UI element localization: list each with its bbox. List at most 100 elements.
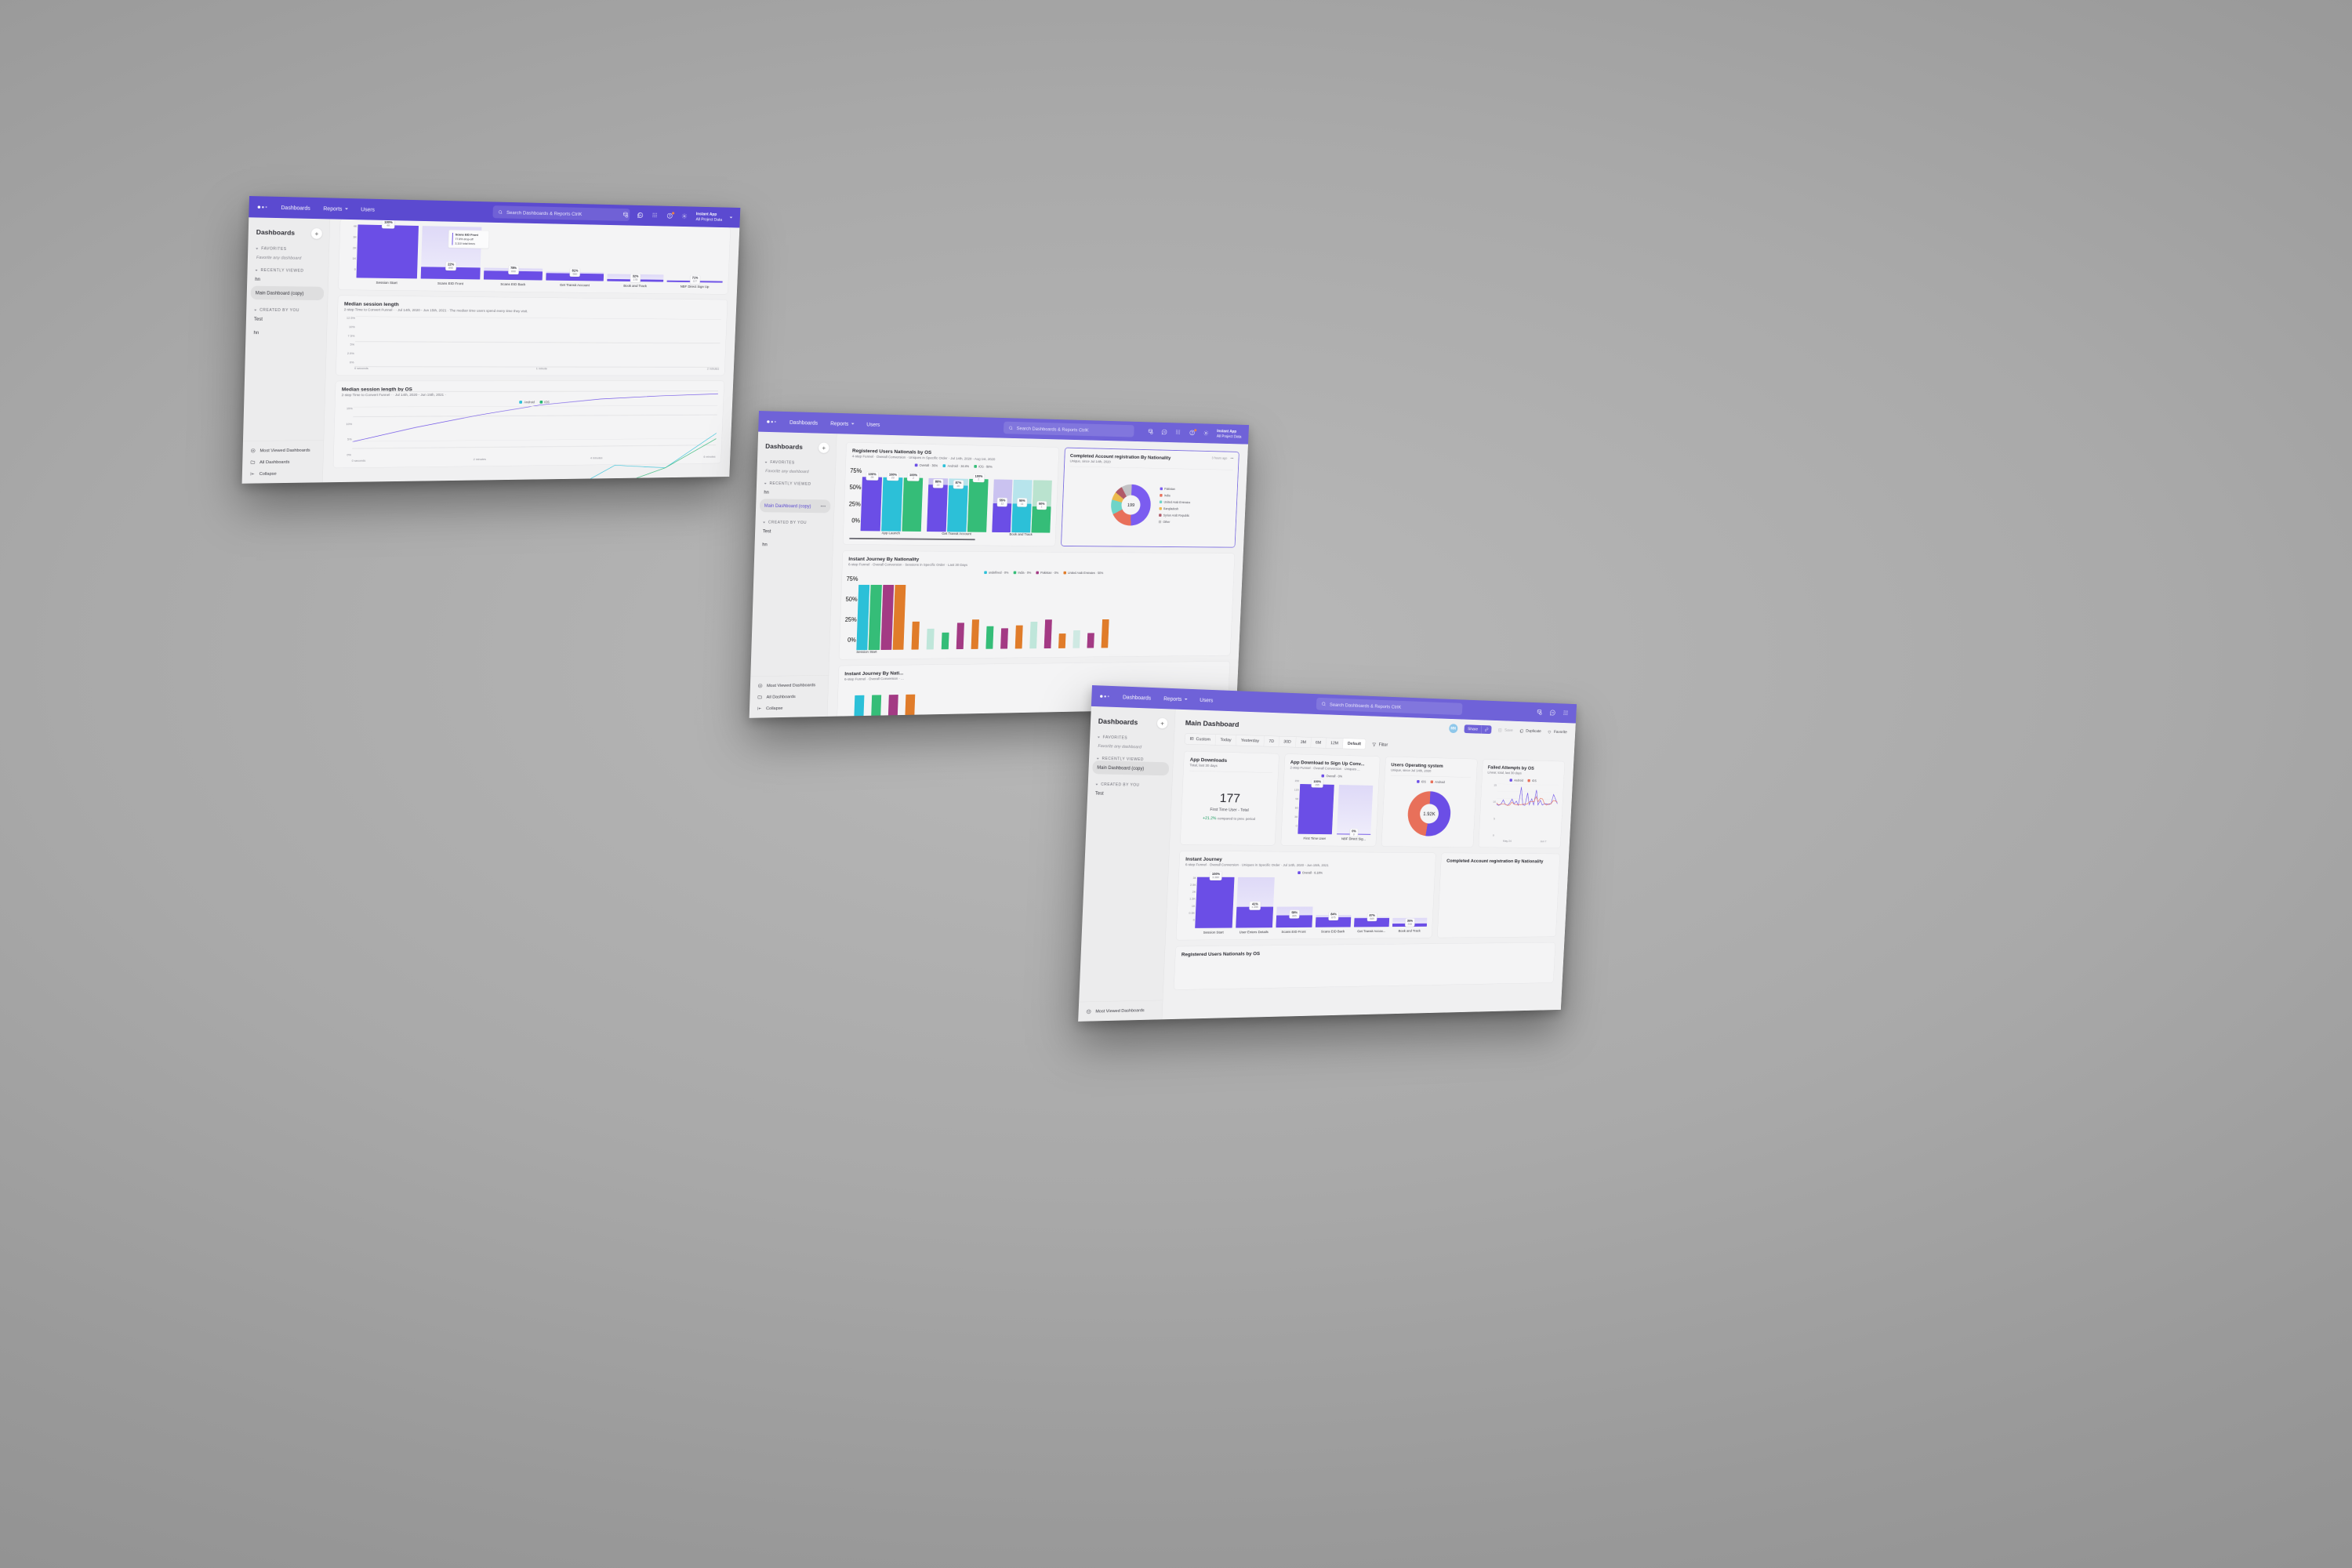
bar[interactable] [893,576,906,650]
bar[interactable] [1298,784,1334,834]
sidebar-item-hn-2[interactable]: hn [245,325,326,339]
date-tabs[interactable]: Custom Today Yesterday 7D 30D 3M 6M 12M Default [1185,733,1367,750]
date-tab-30d[interactable]: 30D [1279,736,1296,747]
nav-reports[interactable]: Reports [1163,695,1187,702]
add-dashboard-button[interactable]: + [818,442,829,453]
funnel-column[interactable]: 58% 805 [1276,877,1314,927]
sidebar-item-hn[interactable]: hn [247,272,328,287]
bar[interactable] [942,576,951,649]
bar[interactable] [1073,577,1082,648]
chart-failed-attempts[interactable]: 15 10 5 0 May 24 Jun 7 [1484,783,1559,843]
date-tab-7d[interactable]: 7D [1264,736,1279,747]
date-tab-default[interactable]: Default [1343,739,1366,750]
funnel-column[interactable]: 100% 155 [1298,779,1334,834]
chart-median-session-os[interactable]: 15% 10% 5% 0% 0 seconds 2 minutes 4 minutes 6 … [339,405,717,463]
bar[interactable] [1058,577,1068,648]
add-dashboard-button[interactable]: + [1156,717,1168,729]
funnel-column[interactable]: 87% 589 [1354,877,1392,927]
chart-completed-account[interactable]: 199 Pakistan India United Arab Emirates Ban… [1067,466,1233,543]
bar[interactable]: 100% 25 [861,468,883,531]
chat-bubble-icon[interactable] [1549,710,1556,717]
bar[interactable] [854,681,865,717]
search-input[interactable]: Search Dashboards & Reports CtrlK [1004,422,1134,437]
sidebar-item-hn[interactable]: hn [756,485,834,500]
chart-signup-funnel[interactable]: 150 120 90 60 30 0 100% 155 0% 0 [1287,779,1374,835]
card-menu-icon[interactable]: ••• [1230,456,1233,459]
date-tab-3m[interactable]: 3M [1296,737,1312,747]
search-input[interactable]: Search Dashboards & Reports CtrlK [492,205,630,221]
funnel-column[interactable]: 32% 178 [607,230,666,282]
database-icon[interactable] [1147,428,1154,435]
date-tab-6m[interactable]: 6M [1311,738,1327,748]
chart-instant-journey-nationality[interactable]: 75% 50% 25% 0% [845,576,1228,651]
bar[interactable] [927,576,936,649]
item-menu-icon[interactable]: ••• [821,504,826,509]
bar[interactable] [985,576,995,648]
apps-grid-icon[interactable] [1175,429,1182,436]
bar[interactable] [856,576,869,650]
funnel-column[interactable]: 81% 560 [546,228,605,281]
nav-users[interactable]: Users [361,206,375,212]
bar[interactable]: 100% 2 [967,470,989,532]
avatar[interactable]: MN [1449,724,1458,733]
sidebar-item-main-dashboard-copy[interactable]: Main Dashboard (copy) ••• [760,499,831,513]
bar[interactable] [1015,576,1025,648]
bar[interactable] [357,224,419,278]
bar[interactable] [905,681,916,717]
date-tab-yesterday[interactable]: Yesterday [1236,735,1265,746]
bar[interactable] [1029,576,1039,648]
sidebar-item-most-viewed[interactable]: Most Viewed Dashboards [1078,1004,1162,1018]
duplicate-button[interactable]: Duplicate [1519,728,1541,734]
search-input[interactable]: Search Dashboards & Reports CtrlK [1316,698,1463,715]
link-icon[interactable] [1481,725,1491,734]
nav-users[interactable]: Users [866,421,880,427]
funnel-column[interactable]: 100% 4K [357,224,419,278]
nav-users[interactable]: Users [1200,697,1213,703]
chevron-down-icon[interactable] [730,217,733,219]
bar[interactable] [1044,576,1054,648]
sidebar-item-all-dashboards[interactable]: All Dashboards [242,456,323,468]
sidebar-item-most-viewed[interactable]: Most Viewed Dashboards [242,445,323,457]
funnel-column[interactable]: 71% 127 [667,231,725,283]
chat-bubble-icon[interactable] [637,212,644,219]
bar[interactable] [1102,577,1111,648]
sidebar-item-main-dashboard-copy[interactable]: Main Dashboard (copy) [1092,760,1169,775]
nav-dashboards[interactable]: Dashboards [789,419,818,426]
sidebar-item-main-dashboard-copy[interactable]: Main Dashboard (copy) [251,286,325,300]
logo-icon[interactable] [1100,695,1109,698]
nav-dashboards[interactable]: Dashboards [281,205,310,212]
sidebar-item-test[interactable]: Test [1087,786,1172,801]
funnel-column[interactable]: 84% 675 [1316,877,1353,927]
gear-icon[interactable] [681,212,688,220]
funnel-column[interactable]: 35% 208 [1392,877,1429,927]
bar-group[interactable]: 100% 25 100% 23 100% 2 [861,468,924,532]
bar[interactable] [1000,576,1010,648]
bar[interactable] [880,576,894,650]
bar[interactable]: 55% 12 [992,470,1013,532]
bar[interactable] [1087,577,1096,648]
chart-median-session[interactable]: 12.5% 10% 7.5% 5% 2.5% 0% 0 seconds 1 minute 2 … [343,316,721,370]
chart-back-funnel[interactable]: 4K 3K 2K 1K 0 100% 4K 22% 890 78% 690 81% 560 32% 178… [345,224,724,282]
save-button[interactable]: Save [1498,728,1513,732]
bar[interactable] [869,576,882,650]
database-icon[interactable] [622,212,630,219]
date-tab-today[interactable]: Today [1215,735,1236,746]
chart-users-os[interactable]: 1.92K [1388,785,1471,842]
favorite-button[interactable]: Favorite [1548,729,1567,735]
funnel-column[interactable]: 100% 3.36K [1195,877,1234,928]
add-dashboard-button[interactable]: + [310,228,322,240]
nav-reports[interactable]: Reports [830,420,854,426]
bar-group[interactable]: 88% 22 87% 20 100% 2 [927,470,989,532]
sidebar-item-collapse[interactable]: Collapse [242,467,323,480]
chart-registered-users[interactable]: 75% 50% 25% 0% 100% 25 100% 23 100% 2 88% 22 87% 20 1… [850,468,1053,533]
date-tab-12m[interactable]: 12M [1326,738,1343,748]
bar-group[interactable] [856,576,906,650]
nav-dashboards[interactable]: Dashboards [1123,694,1151,701]
funnel-column[interactable]: 78% 690 [484,227,544,281]
sidebar-item-most-viewed[interactable]: Most Viewed Dashboards [750,679,829,691]
sidebar-item-collapse[interactable]: Collapse [750,702,828,714]
nav-reports[interactable]: Reports [323,205,347,212]
bar[interactable] [871,681,882,716]
bar[interactable] [1195,877,1234,928]
bar[interactable]: 55% 11 [1011,471,1033,532]
